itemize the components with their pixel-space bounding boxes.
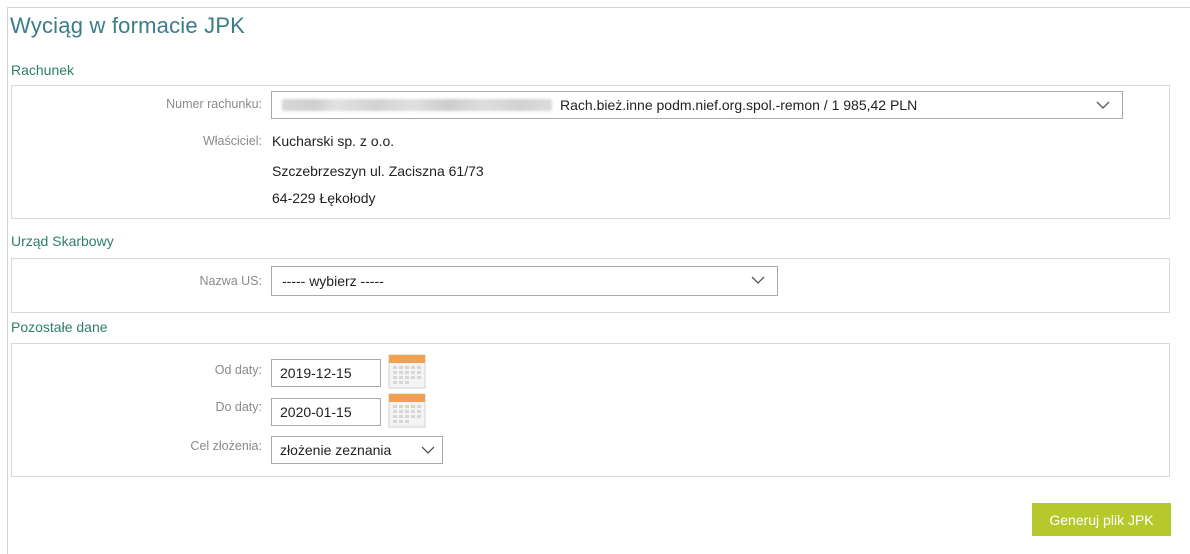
section-title-rachunek: Rachunek xyxy=(11,62,75,78)
section-urzad: Nazwa US: ----- wybierz ----- xyxy=(11,258,1170,313)
date-to-input[interactable]: 2020-01-15 xyxy=(271,398,381,426)
owner-address-city: 64-229 Łękołody xyxy=(272,190,376,206)
owner-label: Właściciel: xyxy=(202,134,262,148)
date-to-label: Do daty: xyxy=(215,400,262,414)
us-name-value: ----- wybierz ----- xyxy=(282,273,384,289)
section-rachunek: Numer rachunku: Rach.bież.inne podm.nief… xyxy=(11,85,1170,219)
chevron-down-icon xyxy=(421,446,435,454)
us-name-select[interactable]: ----- wybierz ----- xyxy=(271,266,778,296)
purpose-value: złożenie zeznania xyxy=(280,442,392,458)
owner-name: Kucharski sp. z o.o. xyxy=(272,133,395,149)
masked-account-number xyxy=(282,99,552,111)
section-title-pozostale: Pozostałe dane xyxy=(11,319,108,335)
section-pozostale: Od daty: 2019-12-15 Do daty: 2020-01-15 … xyxy=(11,343,1170,477)
owner-address-street: Szczebrzeszyn ul. Zaciszna 61/73 xyxy=(272,163,484,179)
account-number-value: Rach.bież.inne podm.nief.org.spol.-remon… xyxy=(560,97,918,113)
section-title-urzad: Urząd Skarbowy xyxy=(11,233,114,249)
page-title: Wyciąg w formacie JPK xyxy=(10,13,246,38)
date-from-input[interactable]: 2019-12-15 xyxy=(271,359,381,387)
date-from-label: Od daty: xyxy=(214,363,262,377)
chevron-down-icon xyxy=(1096,101,1110,109)
calendar-icon[interactable] xyxy=(388,353,426,389)
chevron-down-icon xyxy=(751,276,765,284)
purpose-select[interactable]: złożenie zeznania xyxy=(271,436,443,464)
account-number-select[interactable]: Rach.bież.inne podm.nief.org.spol.-remon… xyxy=(271,91,1123,119)
calendar-icon[interactable] xyxy=(388,392,426,428)
generate-jpk-button[interactable]: Generuj plik JPK xyxy=(1032,503,1171,536)
us-name-label: Nazwa US: xyxy=(199,274,262,288)
account-number-label: Numer rachunku: xyxy=(166,97,262,111)
purpose-label: Cel złożenia: xyxy=(190,439,262,453)
